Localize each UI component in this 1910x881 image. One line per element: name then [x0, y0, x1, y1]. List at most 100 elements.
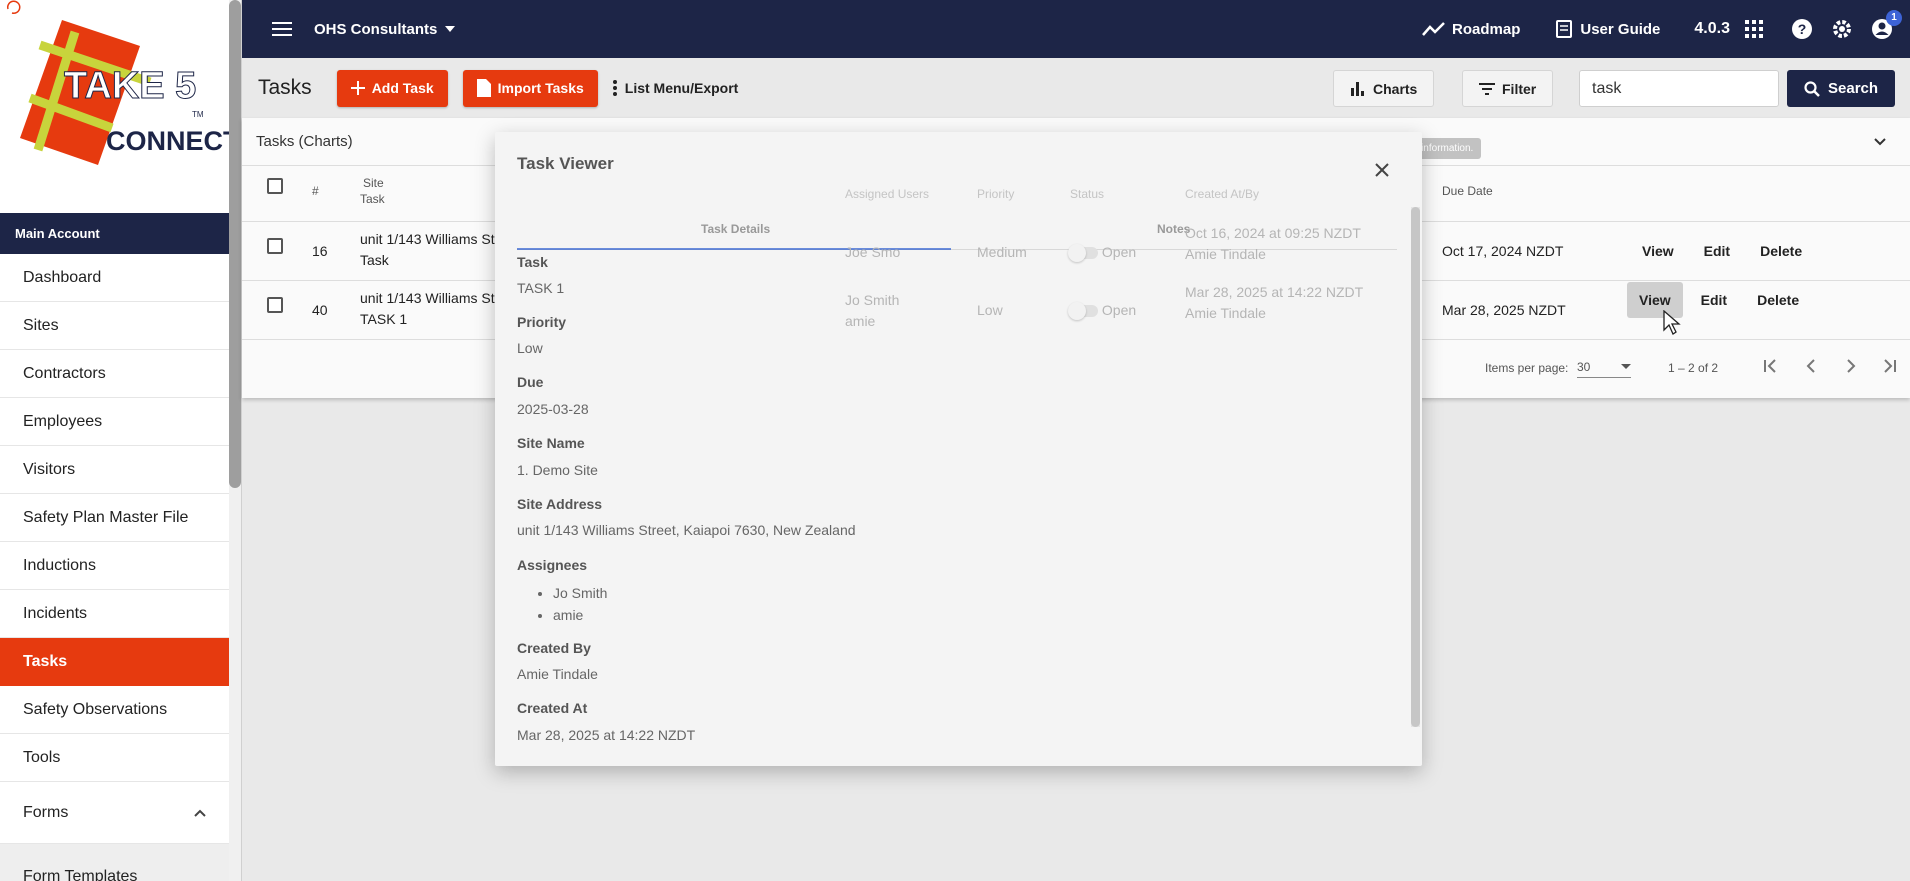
tab-task-details[interactable]: Task Details: [701, 222, 770, 236]
svg-text:CONNECT: CONNECT: [106, 126, 229, 156]
sidebar-item-safety-observations[interactable]: Safety Observations: [0, 686, 229, 734]
sidebar-item-incidents[interactable]: Incidents: [0, 590, 229, 638]
delete-button[interactable]: Delete: [1760, 243, 1802, 259]
sidebar-item-inductions[interactable]: Inductions: [0, 542, 229, 590]
ghost-row1-status: Open: [1068, 244, 1137, 263]
hamburger-menu-icon[interactable]: [264, 11, 300, 47]
row-task: TASK 1: [360, 311, 408, 327]
sidebar-item-tasks[interactable]: Tasks: [0, 638, 229, 686]
col-header-site[interactable]: Site: [363, 176, 384, 190]
task-viewer-dialog: Task Viewer Assigned Users Priority Stat…: [495, 132, 1422, 766]
row-checkbox[interactable]: [267, 238, 283, 254]
row-actions: View Edit Delete: [1627, 282, 1829, 318]
logo[interactable]: TAKE 5 CONNECT TM: [0, 0, 241, 213]
col-header-num[interactable]: #: [312, 184, 319, 198]
sidebar-item-form-templates[interactable]: Form Templates: [0, 844, 229, 881]
notification-badge: 1: [1886, 10, 1902, 26]
field-site-address-value: unit 1/143 Williams Street, Kaiapoi 7630…: [517, 522, 856, 538]
version-label: 4.0.3: [1694, 20, 1730, 37]
sidebar-item-contractors[interactable]: Contractors: [0, 350, 229, 398]
close-icon[interactable]: [1372, 160, 1392, 180]
list-item: Jo Smith: [553, 582, 607, 604]
sidebar-item-employees[interactable]: Employees: [0, 398, 229, 446]
sidebar-item-forms[interactable]: Forms: [0, 782, 229, 844]
last-page-icon[interactable]: [1882, 358, 1898, 374]
import-tasks-button[interactable]: Import Tasks: [462, 69, 598, 107]
add-task-label: Add Task: [371, 80, 434, 96]
apps-grid-icon[interactable]: [1740, 15, 1768, 43]
first-page-icon[interactable]: [1762, 358, 1778, 374]
sidebar-item-dashboard[interactable]: Dashboard: [0, 254, 229, 302]
edit-button[interactable]: Edit: [1701, 292, 1727, 308]
sidebar-item-safety-plan[interactable]: Safety Plan Master File: [0, 494, 229, 542]
row-due: Mar 28, 2025 NZDT: [1442, 302, 1566, 318]
row-task: Task: [360, 252, 389, 268]
panel-title: Tasks (Charts): [256, 133, 353, 150]
edit-button[interactable]: Edit: [1704, 243, 1730, 259]
field-created-by-value: Amie Tindale: [517, 666, 598, 682]
list-menu-label: List Menu/Export: [624, 80, 739, 96]
roadmap-link[interactable]: Roadmap: [1422, 21, 1520, 38]
select-all-checkbox[interactable]: [267, 178, 283, 194]
field-due-value: 2025-03-28: [517, 401, 589, 417]
add-task-button[interactable]: Add Task: [336, 69, 448, 107]
field-task-label: Task: [517, 254, 548, 270]
list-menu-export-button[interactable]: List Menu/Export: [612, 80, 739, 96]
help-icon[interactable]: ?: [1788, 15, 1816, 43]
items-per-page-select[interactable]: 30: [1577, 354, 1631, 378]
ghost-row2-created-by: Amie Tindale: [1185, 305, 1266, 321]
modal-title: Task Viewer: [517, 154, 614, 173]
modal-scrollbar-thumb[interactable]: [1411, 207, 1420, 727]
field-assignees-label: Assignees: [517, 557, 588, 573]
sidebar: TAKE 5 CONNECT TM Main Account Dashboard…: [0, 0, 242, 881]
filter-label: Filter: [1502, 80, 1537, 97]
chevron-down-icon[interactable]: [1874, 137, 1886, 146]
sidebar-scrollbar-thumb[interactable]: [229, 0, 241, 488]
previous-page-icon[interactable]: [1803, 358, 1819, 374]
ghost-row1-status-label: Open: [1101, 244, 1137, 260]
row-due: Oct 17, 2024 NZDT: [1442, 243, 1564, 259]
col-header-due[interactable]: Due Date: [1442, 184, 1493, 198]
row-actions: View Edit Delete: [1642, 243, 1832, 259]
page-range: 1 – 2 of 2: [1668, 361, 1719, 375]
user-guide-link[interactable]: User Guide: [1554, 19, 1660, 39]
ghost-col-priority: Priority: [977, 187, 1015, 201]
ghost-row2-created-at: Mar 28, 2025 at 14:22 NZDT: [1185, 284, 1364, 300]
sidebar-item-tools[interactable]: Tools: [0, 734, 229, 782]
user-guide-label: User Guide: [1580, 20, 1661, 38]
assignees-list: Jo Smith amie: [553, 582, 607, 626]
row-num: 16: [312, 243, 328, 259]
trending-icon: [1422, 22, 1445, 36]
search-label: Search: [1828, 80, 1879, 97]
status-toggle[interactable]: [1068, 302, 1098, 321]
next-page-icon[interactable]: [1843, 358, 1859, 374]
ghost-row2-assigned: Jo Smith: [845, 292, 900, 308]
search-input[interactable]: [1579, 70, 1779, 107]
top-bar: OHS Consultants Roadmap User Guide 4.0.3…: [242, 0, 1910, 58]
field-task-value: TASK 1: [517, 280, 565, 296]
more-vertical-icon: [612, 80, 617, 96]
bar-chart-icon: [1351, 81, 1364, 96]
status-toggle[interactable]: [1068, 244, 1098, 263]
row-checkbox[interactable]: [267, 297, 283, 313]
roadmap-label: Roadmap: [1452, 20, 1521, 38]
ghost-row2-assigned2: amie: [845, 313, 876, 329]
org-selector[interactable]: OHS Consultants: [314, 21, 456, 38]
settings-gear-icon[interactable]: [1828, 15, 1856, 43]
ghost-row1-priority: Medium: [977, 244, 1027, 260]
account-label[interactable]: Main Account: [0, 213, 229, 254]
search-button[interactable]: Search: [1787, 70, 1896, 107]
col-header-task[interactable]: Task: [360, 192, 385, 206]
svg-text:?: ?: [1798, 21, 1807, 37]
sidebar-item-sites[interactable]: Sites: [0, 302, 229, 350]
search-icon: [1804, 80, 1820, 97]
field-site-name-value: 1. Demo Site: [517, 462, 598, 478]
account-avatar-icon[interactable]: 1: [1868, 10, 1902, 43]
charts-button[interactable]: Charts: [1333, 70, 1435, 107]
delete-button[interactable]: Delete: [1757, 292, 1799, 308]
sidebar-item-forms-label: Forms: [23, 803, 69, 821]
sidebar-item-visitors[interactable]: Visitors: [0, 446, 229, 494]
filter-button[interactable]: Filter: [1462, 70, 1554, 107]
ghost-row1-created-at: Oct 16, 2024 at 09:25 NZDT: [1185, 225, 1361, 241]
view-button[interactable]: View: [1642, 243, 1674, 259]
